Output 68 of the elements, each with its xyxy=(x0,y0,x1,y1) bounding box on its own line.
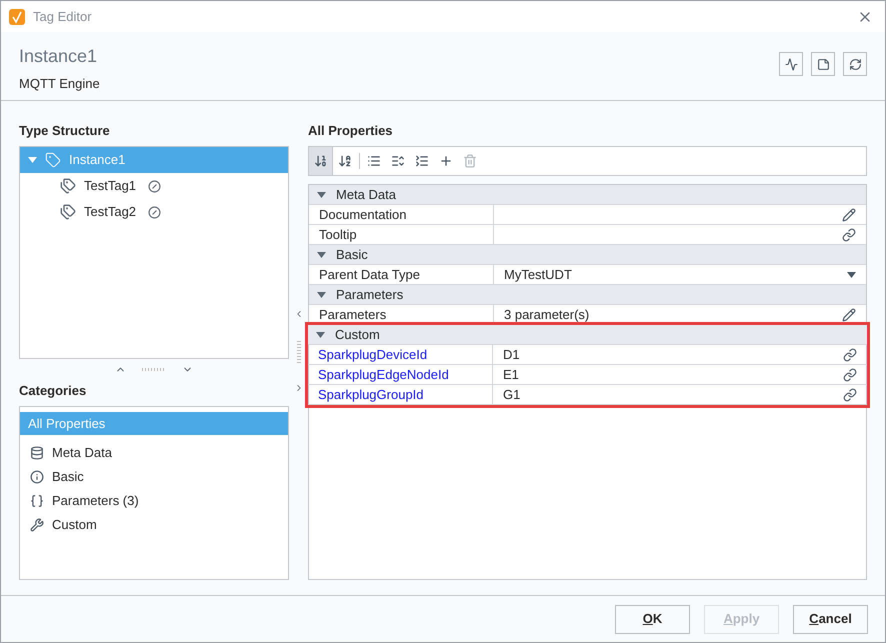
group-header[interactable]: Parameters xyxy=(309,285,866,305)
tags-icon xyxy=(60,204,76,220)
group-header[interactable]: Basic xyxy=(309,245,866,265)
status-icon xyxy=(148,206,162,218)
property-value-field[interactable]: MyTestUDT xyxy=(494,265,866,284)
property-name: SparkplugEdgeNodeId xyxy=(308,365,493,384)
caret-icon[interactable] xyxy=(28,157,37,163)
caret-icon[interactable] xyxy=(317,192,326,198)
dialog-button[interactable]: OK xyxy=(615,604,690,634)
category-item[interactable]: Basic xyxy=(20,465,288,489)
pencil-icon[interactable] xyxy=(842,208,856,222)
section-title: Categories xyxy=(19,382,88,399)
status-icon xyxy=(148,180,162,192)
link-icon[interactable] xyxy=(843,388,857,402)
window-title: Tag Editor xyxy=(33,8,93,26)
sort-az-icon xyxy=(338,154,352,168)
property-value-field[interactable]: 3 parameter(s) xyxy=(494,305,866,324)
add-icon xyxy=(439,154,453,168)
link-icon[interactable] xyxy=(843,348,857,362)
dropdown-caret-icon[interactable] xyxy=(847,272,856,278)
pulse-icon xyxy=(784,58,798,70)
tree-item[interactable]: TestTag1 xyxy=(20,173,288,199)
property-value-field[interactable]: G1 xyxy=(493,385,867,404)
info-icon xyxy=(30,470,44,484)
link-icon[interactable] xyxy=(842,228,856,242)
property-name: Tooltip xyxy=(309,225,494,244)
wrench-icon xyxy=(30,518,44,532)
note-icon xyxy=(816,58,830,70)
header-button[interactable] xyxy=(779,52,803,76)
tree-item[interactable]: TestTag2 xyxy=(20,199,288,225)
property-name: Documentation xyxy=(309,205,494,224)
property-name: Parent Data Type xyxy=(309,265,494,284)
refresh-icon xyxy=(848,58,862,70)
header-title: Instance1 xyxy=(19,45,98,68)
pencil-icon[interactable] xyxy=(842,308,856,322)
header-button[interactable] xyxy=(843,52,867,76)
collapse-icon xyxy=(415,154,429,168)
group-header[interactable]: Custom xyxy=(308,325,867,345)
tag-icon xyxy=(45,152,61,168)
property-name: SparkplugGroupId xyxy=(308,385,493,404)
property-value-field[interactable]: D1 xyxy=(493,345,867,364)
caret-icon[interactable] xyxy=(316,332,325,338)
sort-icon xyxy=(314,154,328,168)
toolbar-button[interactable] xyxy=(309,147,333,175)
app-logo-icon xyxy=(9,8,25,24)
section-title: All Properties xyxy=(308,122,394,139)
braces-icon xyxy=(30,494,44,508)
header-button[interactable] xyxy=(811,52,835,76)
property-name: SparkplugDeviceId xyxy=(308,345,493,364)
database-icon xyxy=(30,446,44,460)
category-item[interactable]: Parameters (3) xyxy=(20,489,288,513)
caret-icon[interactable] xyxy=(317,252,326,258)
trash-icon xyxy=(463,154,477,168)
splitter-grip[interactable] xyxy=(296,338,300,362)
splitter-grip[interactable] xyxy=(142,368,166,370)
category-item[interactable]: Custom xyxy=(20,513,288,537)
category-item[interactable]: Meta Data xyxy=(20,441,288,465)
dialog-button[interactable]: Cancel xyxy=(793,604,868,634)
caret-icon[interactable] xyxy=(317,292,326,298)
property-value-field[interactable]: E1 xyxy=(493,365,867,384)
header-subtitle: MQTT Engine xyxy=(19,75,101,93)
property-name: Parameters xyxy=(309,305,494,324)
tags-icon xyxy=(60,178,76,194)
list-icon xyxy=(367,154,381,168)
link-icon[interactable] xyxy=(843,368,857,382)
group-header[interactable]: Meta Data xyxy=(309,185,866,205)
expand-icon xyxy=(391,154,405,168)
section-title: Type Structure xyxy=(19,122,111,139)
